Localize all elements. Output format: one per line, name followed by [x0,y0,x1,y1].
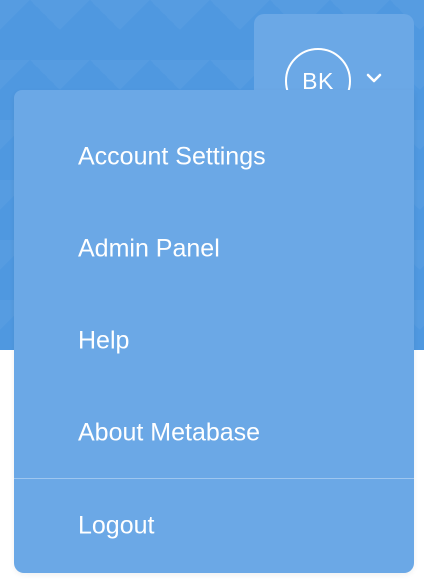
menu-item-help[interactable]: Help [14,295,414,387]
menu-item-admin-panel[interactable]: Admin Panel [14,203,414,295]
menu-item-label: About Metabase [78,418,261,447]
menu-item-logout[interactable]: Logout [14,479,414,573]
menu-item-account-settings[interactable]: Account Settings [14,111,414,203]
menu-item-about-metabase[interactable]: About Metabase [14,387,414,479]
menu-item-label: Account Settings [78,142,266,171]
chevron-down-icon[interactable] [364,71,384,85]
menu-item-label: Help [78,326,130,355]
user-dropdown-menu: Account Settings Admin Panel Help About … [14,90,414,573]
menu-item-label: Logout [78,511,155,540]
menu-item-label: Admin Panel [78,234,220,263]
